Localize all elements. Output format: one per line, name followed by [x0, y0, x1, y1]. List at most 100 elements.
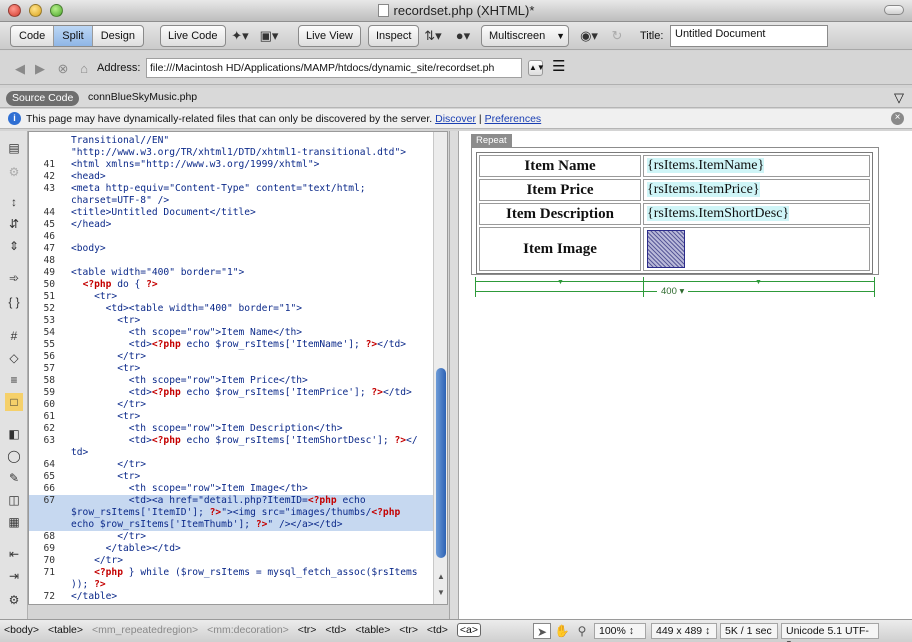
home-icon[interactable]: ⌂	[76, 61, 92, 77]
discover-link[interactable]: Discover	[435, 113, 476, 125]
code-line[interactable]: 70 </tr>	[29, 555, 433, 567]
wrap-tag-icon[interactable]: ✎	[5, 469, 23, 487]
code-line[interactable]: 53 <tr>	[29, 315, 433, 327]
address-input[interactable]: file:///Macintosh HD/Applications/MAMP/h…	[146, 58, 522, 78]
code-line[interactable]: 62 <th scope="row">Item Description</th>	[29, 423, 433, 435]
code-line[interactable]: 51 <tr>	[29, 291, 433, 303]
code-view-pane[interactable]: ▲ ▼ Transitional//EN" "http://www.w3.org/…	[28, 131, 448, 605]
table-row[interactable]: Item Description {rsItems.ItemShortDesc}	[479, 203, 870, 225]
visual-aids-eye-icon[interactable]: ◉▾	[578, 28, 600, 44]
line-numbers-icon[interactable]: #	[5, 327, 23, 345]
table-row[interactable]: Item Image	[479, 227, 870, 271]
scroll-down-arrow-icon[interactable]: ▼	[436, 588, 446, 598]
code-line[interactable]: 48	[29, 255, 433, 267]
table-width-indicator[interactable]: ▼ ▼ 400 ▾	[475, 277, 875, 297]
item-name-cell[interactable]: {rsItems.ItemName}	[643, 155, 870, 177]
apply-comment-icon[interactable]: ◧	[5, 425, 23, 443]
back-arrow-icon[interactable]: ◀	[12, 61, 28, 77]
item-price-cell[interactable]: {rsItems.ItemPrice}	[643, 179, 870, 201]
code-line[interactable]: 47 <body>	[29, 243, 433, 255]
filter-icon[interactable]: ▽	[894, 90, 904, 106]
table-row[interactable]: Item Name {rsItems.ItemName}	[479, 155, 870, 177]
close-info-icon[interactable]: ×	[891, 112, 904, 125]
code-line[interactable]: 68 </tr>	[29, 531, 433, 543]
tag-selector-item[interactable]: <tr>	[399, 624, 418, 636]
live-view-button[interactable]: Live View	[298, 25, 361, 47]
preferences-link[interactable]: Preferences	[485, 113, 542, 125]
code-line[interactable]: 69 </table></td>	[29, 543, 433, 555]
code-line[interactable]: 54 <th scope="row">Item Name</th>	[29, 327, 433, 339]
code-line[interactable]: 49 <table width="400" border="1">	[29, 267, 433, 279]
code-line[interactable]: 46	[29, 231, 433, 243]
item-name-binding[interactable]: {rsItems.ItemName}	[647, 158, 765, 173]
balance-braces-icon[interactable]: { }	[5, 293, 23, 311]
preview-browser-icon[interactable]: ●▾	[452, 28, 474, 44]
source-code-tab[interactable]: Source Code	[6, 91, 80, 106]
code-line[interactable]: 57 <tr>	[29, 363, 433, 375]
design-view-pane[interactable]: Repeat Item Name {rsItems.ItemName} Item…	[459, 131, 912, 619]
tag-selector-item[interactable]: <td>	[427, 624, 448, 636]
code-line[interactable]: 56 </tr>	[29, 351, 433, 363]
code-line[interactable]: td>	[29, 447, 433, 459]
toolbar-toggle-button[interactable]	[884, 5, 904, 15]
live-view-options-icon[interactable]: ☰	[552, 59, 565, 75]
code-line[interactable]: 67 <td><a href="detail.php?ItemID=<?php …	[29, 495, 433, 507]
tag-selector-item[interactable]: <table>	[355, 624, 390, 636]
open-documents-icon[interactable]: ▤	[5, 139, 23, 157]
move-css-icon[interactable]: ▦	[5, 513, 23, 531]
code-line[interactable]: 45 </head>	[29, 219, 433, 231]
refresh-icon[interactable]: ↻	[606, 28, 628, 44]
tag-selector-item[interactable]: <td>	[325, 624, 346, 636]
syntax-coloring-icon[interactable]: □	[5, 393, 23, 411]
code-line[interactable]: 61 <tr>	[29, 411, 433, 423]
zoom-level-select[interactable]: 100% ↕	[594, 623, 646, 639]
code-line[interactable]: 72 </table>	[29, 591, 433, 603]
code-line[interactable]: 52 <td><table width="400" border="1">	[29, 303, 433, 315]
tag-selector-item[interactable]: <body>	[4, 624, 39, 636]
code-line[interactable]: 65 <tr>	[29, 471, 433, 483]
tag-selector-item-selected[interactable]: <a>	[456, 623, 481, 637]
format-source-code-icon[interactable]: ⚙	[5, 591, 23, 609]
file-management-icon[interactable]: ▣▾	[258, 28, 280, 44]
collapse-selection-icon[interactable]: ⇵	[5, 215, 23, 233]
code-line[interactable]: 64 </tr>	[29, 459, 433, 471]
check-browser-icon[interactable]: ✦▾	[229, 28, 251, 44]
code-vertical-scrollbar[interactable]: ▲ ▼	[433, 132, 447, 604]
select-parent-tag-icon[interactable]: ➾	[5, 269, 23, 287]
design-view-button[interactable]: Design	[93, 26, 143, 46]
zoom-tool-icon[interactable]: ⚲	[573, 623, 591, 639]
window-size-select[interactable]: 449 x 489 ↕	[651, 623, 717, 639]
code-line[interactable]: 58 <th scope="row">Item Price</th>	[29, 375, 433, 387]
outdent-code-icon[interactable]: ⇥	[5, 567, 23, 585]
code-line[interactable]: 63 <td><?php echo $row_rsItems['ItemShor…	[29, 435, 433, 447]
repeat-region-tab[interactable]: Repeat	[471, 134, 512, 147]
recent-snippets-icon[interactable]: ◫	[5, 491, 23, 509]
item-description-cell[interactable]: {rsItems.ItemShortDesc}	[643, 203, 870, 225]
table-row[interactable]: Item Price {rsItems.ItemPrice}	[479, 179, 870, 201]
split-view-button[interactable]: Split	[54, 26, 93, 46]
address-history-dropdown[interactable]: ▲▼	[528, 60, 545, 76]
related-file-tab[interactable]: connBlueSkyMusic.php	[88, 91, 197, 103]
code-line[interactable]: "http://www.w3.org/TR/xhtml1/DTD/xhtml1-…	[29, 147, 433, 159]
code-line[interactable]: Transitional//EN"	[29, 135, 433, 147]
code-line[interactable]: )); ?>	[29, 579, 433, 591]
inspect-button[interactable]: Inspect	[368, 25, 420, 47]
column-width-arrow-icon[interactable]: ▼	[557, 279, 564, 286]
word-wrap-icon[interactable]: ≡	[5, 371, 23, 389]
code-line[interactable]: 44 <title>Untitled Document</title>	[29, 207, 433, 219]
code-line[interactable]: 41 <html xmlns="http://www.w3.org/1999/xh…	[29, 159, 433, 171]
select-tool-icon[interactable]: ➤	[533, 623, 551, 639]
item-image-cell[interactable]	[643, 227, 870, 271]
tag-selector-item[interactable]: <mm:decoration>	[207, 624, 289, 636]
code-line[interactable]: charset=UTF-8" />	[29, 195, 433, 207]
table-width-label[interactable]: 400 ▾	[657, 286, 689, 297]
column-width-arrow-icon[interactable]: ▼	[755, 279, 762, 286]
expand-all-icon[interactable]: ⇕	[5, 237, 23, 255]
highlight-invalid-code-icon[interactable]: ◇	[5, 349, 23, 367]
item-price-binding[interactable]: {rsItems.ItemPrice}	[647, 182, 760, 197]
code-line[interactable]: 60 </tr>	[29, 399, 433, 411]
document-title-input[interactable]: Untitled Document	[670, 25, 828, 47]
live-code-button[interactable]: Live Code	[160, 25, 226, 47]
tag-selector-item[interactable]: <mm_repeatedregion>	[92, 624, 198, 636]
code-line[interactable]: 66 <th scope="row">Item Image</th>	[29, 483, 433, 495]
